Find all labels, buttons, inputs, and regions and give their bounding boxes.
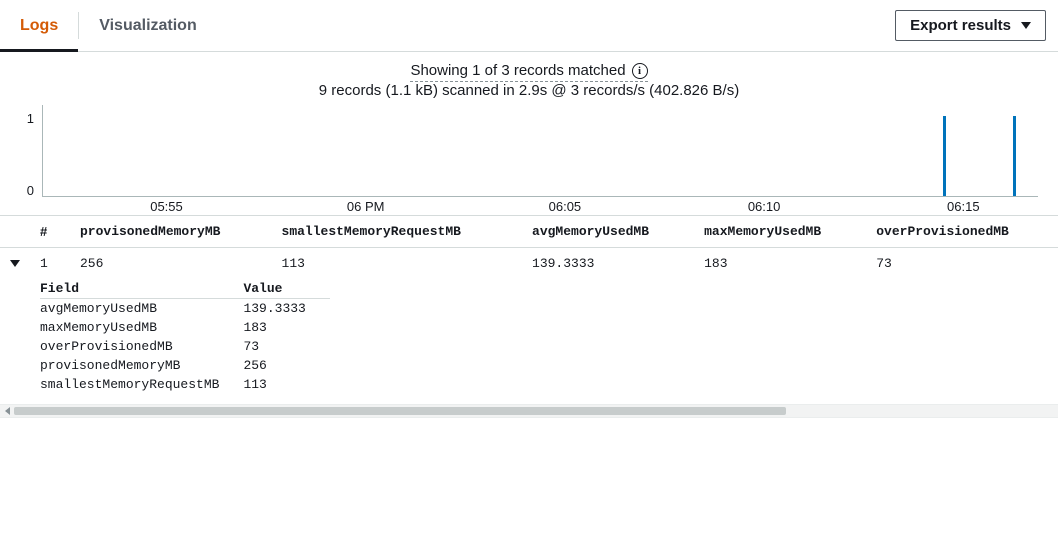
summary-line-2: 9 records (1.1 kB) scanned in 2.9s @ 3 r… [0, 82, 1058, 99]
summary-line-1: Showing 1 of 3 records matched i [410, 62, 647, 82]
x-tick-label: 06:10 [748, 199, 781, 214]
y-tick-1: 1 [0, 111, 34, 126]
detail-value: 183 [243, 318, 329, 337]
expand-toggle[interactable] [0, 248, 30, 280]
scroll-thumb[interactable] [14, 407, 786, 415]
y-tick-0: 0 [0, 183, 34, 198]
cell-row-num: 1 [30, 248, 70, 280]
detail-value: 113 [243, 375, 329, 394]
col-smallest-memory-request[interactable]: smallestMemoryRequestMB [272, 216, 523, 248]
x-tick-label: 06:15 [947, 199, 980, 214]
export-results-label: Export results [910, 17, 1011, 34]
top-bar: Logs Visualization Export results [0, 0, 1058, 52]
histogram-bar[interactable] [943, 116, 946, 196]
results-table: # provisonedMemoryMB smallestMemoryReque… [0, 216, 1058, 404]
histogram-bar[interactable] [1013, 116, 1016, 196]
detail-item: maxMemoryUsedMB183 [40, 318, 330, 337]
detail-field: overProvisionedMB [40, 337, 243, 356]
info-icon[interactable]: i [632, 63, 648, 79]
detail-item: provisonedMemoryMB256 [40, 356, 330, 375]
detail-header-field: Field [40, 279, 243, 299]
col-row-num[interactable]: # [30, 216, 70, 248]
plot-area [42, 105, 1038, 197]
detail-field: maxMemoryUsedMB [40, 318, 243, 337]
tabs: Logs Visualization [0, 0, 217, 51]
cell-smallest-memory-request: 113 [272, 248, 523, 280]
detail-item: smallestMemoryRequestMB113 [40, 375, 330, 394]
detail-value: 73 [243, 337, 329, 356]
detail-field: provisonedMemoryMB [40, 356, 243, 375]
table-row[interactable]: 1 256 113 139.3333 183 73 [0, 248, 1058, 280]
col-max-memory-used[interactable]: maxMemoryUsedMB [694, 216, 866, 248]
detail-item: overProvisionedMB73 [40, 337, 330, 356]
cell-max-memory-used: 183 [694, 248, 866, 280]
x-tick-label: 05:55 [150, 199, 183, 214]
cell-avg-memory-used: 139.3333 [522, 248, 694, 280]
export-results-button[interactable]: Export results [895, 10, 1046, 41]
caret-down-icon [10, 260, 20, 267]
query-summary: Showing 1 of 3 records matched i 9 recor… [0, 52, 1058, 105]
x-tick-label: 06 PM [347, 199, 385, 214]
detail-row: Field Value avgMemoryUsedMB139.3333maxMe… [0, 279, 1058, 404]
histogram-chart: 1 0 05:55 06 PM 06:05 06:10 06:15 [0, 105, 1058, 215]
col-provisoned-memory[interactable]: provisonedMemoryMB [70, 216, 272, 248]
x-axis-labels: 05:55 06 PM 06:05 06:10 06:15 [42, 197, 1038, 215]
tab-logs[interactable]: Logs [0, 0, 78, 51]
x-tick-label: 06:05 [549, 199, 582, 214]
col-over-provisioned[interactable]: overProvisionedMB [866, 216, 1058, 248]
cell-over-provisioned: 73 [866, 248, 1058, 280]
results-table-wrap: # provisonedMemoryMB smallestMemoryReque… [0, 215, 1058, 404]
detail-value: 139.3333 [243, 299, 329, 319]
detail-field: avgMemoryUsedMB [40, 299, 243, 319]
horizontal-scrollbar[interactable] [0, 404, 1058, 418]
col-avg-memory-used[interactable]: avgMemoryUsedMB [522, 216, 694, 248]
summary-matched-text: Showing 1 of 3 records matched [410, 62, 625, 79]
detail-value: 256 [243, 356, 329, 375]
caret-down-icon [1021, 22, 1031, 29]
tab-visualization[interactable]: Visualization [79, 0, 217, 51]
cell-provisoned-memory: 256 [70, 248, 272, 280]
detail-field: smallestMemoryRequestMB [40, 375, 243, 394]
results-header-row: # provisonedMemoryMB smallestMemoryReque… [0, 216, 1058, 248]
scroll-left-arrow-icon[interactable] [0, 405, 14, 417]
detail-item: avgMemoryUsedMB139.3333 [40, 299, 330, 319]
detail-table: Field Value avgMemoryUsedMB139.3333maxMe… [40, 279, 330, 394]
detail-header-value: Value [243, 279, 329, 299]
col-expand [0, 216, 30, 248]
